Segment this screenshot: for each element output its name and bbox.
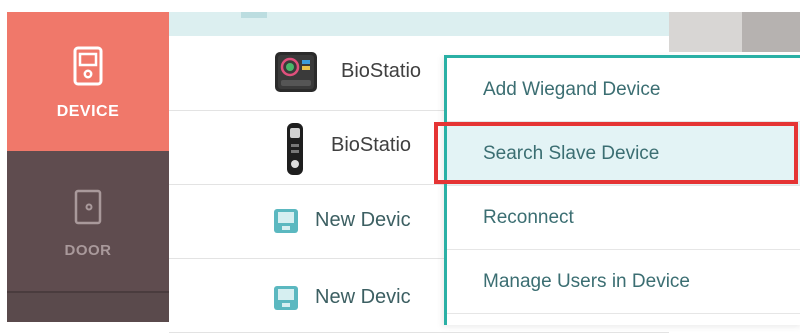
menu-item-add-wiegand-device[interactable]: Add Wiegand Device <box>447 58 800 122</box>
nav-label-door: DOOR <box>64 242 112 259</box>
nav-divider <box>7 291 169 293</box>
generic-device-icon <box>273 208 299 239</box>
nav-item-next[interactable] <box>7 291 169 322</box>
nav-item-device[interactable]: DEVICE <box>7 12 169 151</box>
menu-item-manage-users-in-device[interactable]: Manage Users in Device <box>447 250 800 314</box>
device-row-label: New Devic <box>315 286 411 308</box>
list-header-row[interactable] <box>169 12 669 36</box>
generic-device-icon <box>273 285 299 316</box>
device-row-label: BioStatio <box>331 134 412 156</box>
background-panel-dark <box>742 12 800 52</box>
nav-item-door[interactable]: DOOR <box>7 151 169 291</box>
left-nav: DEVICE DOOR <box>7 12 169 322</box>
biostation-slim-device-icon <box>285 122 305 181</box>
top-strip <box>0 0 800 12</box>
device-row-label: BioStatio <box>341 60 422 82</box>
header-device-icon <box>241 12 267 18</box>
device-icon <box>71 46 105 91</box>
highlight-annotation-box <box>434 122 798 184</box>
context-menu: Add Wiegand Device Search Slave Device R… <box>444 55 800 325</box>
biostation-device-icon <box>273 50 319 101</box>
menu-item-reconnect[interactable]: Reconnect <box>447 186 800 250</box>
door-icon <box>73 189 103 230</box>
device-row-label: New Devic <box>315 209 411 231</box>
nav-label-device: DEVICE <box>56 103 120 120</box>
